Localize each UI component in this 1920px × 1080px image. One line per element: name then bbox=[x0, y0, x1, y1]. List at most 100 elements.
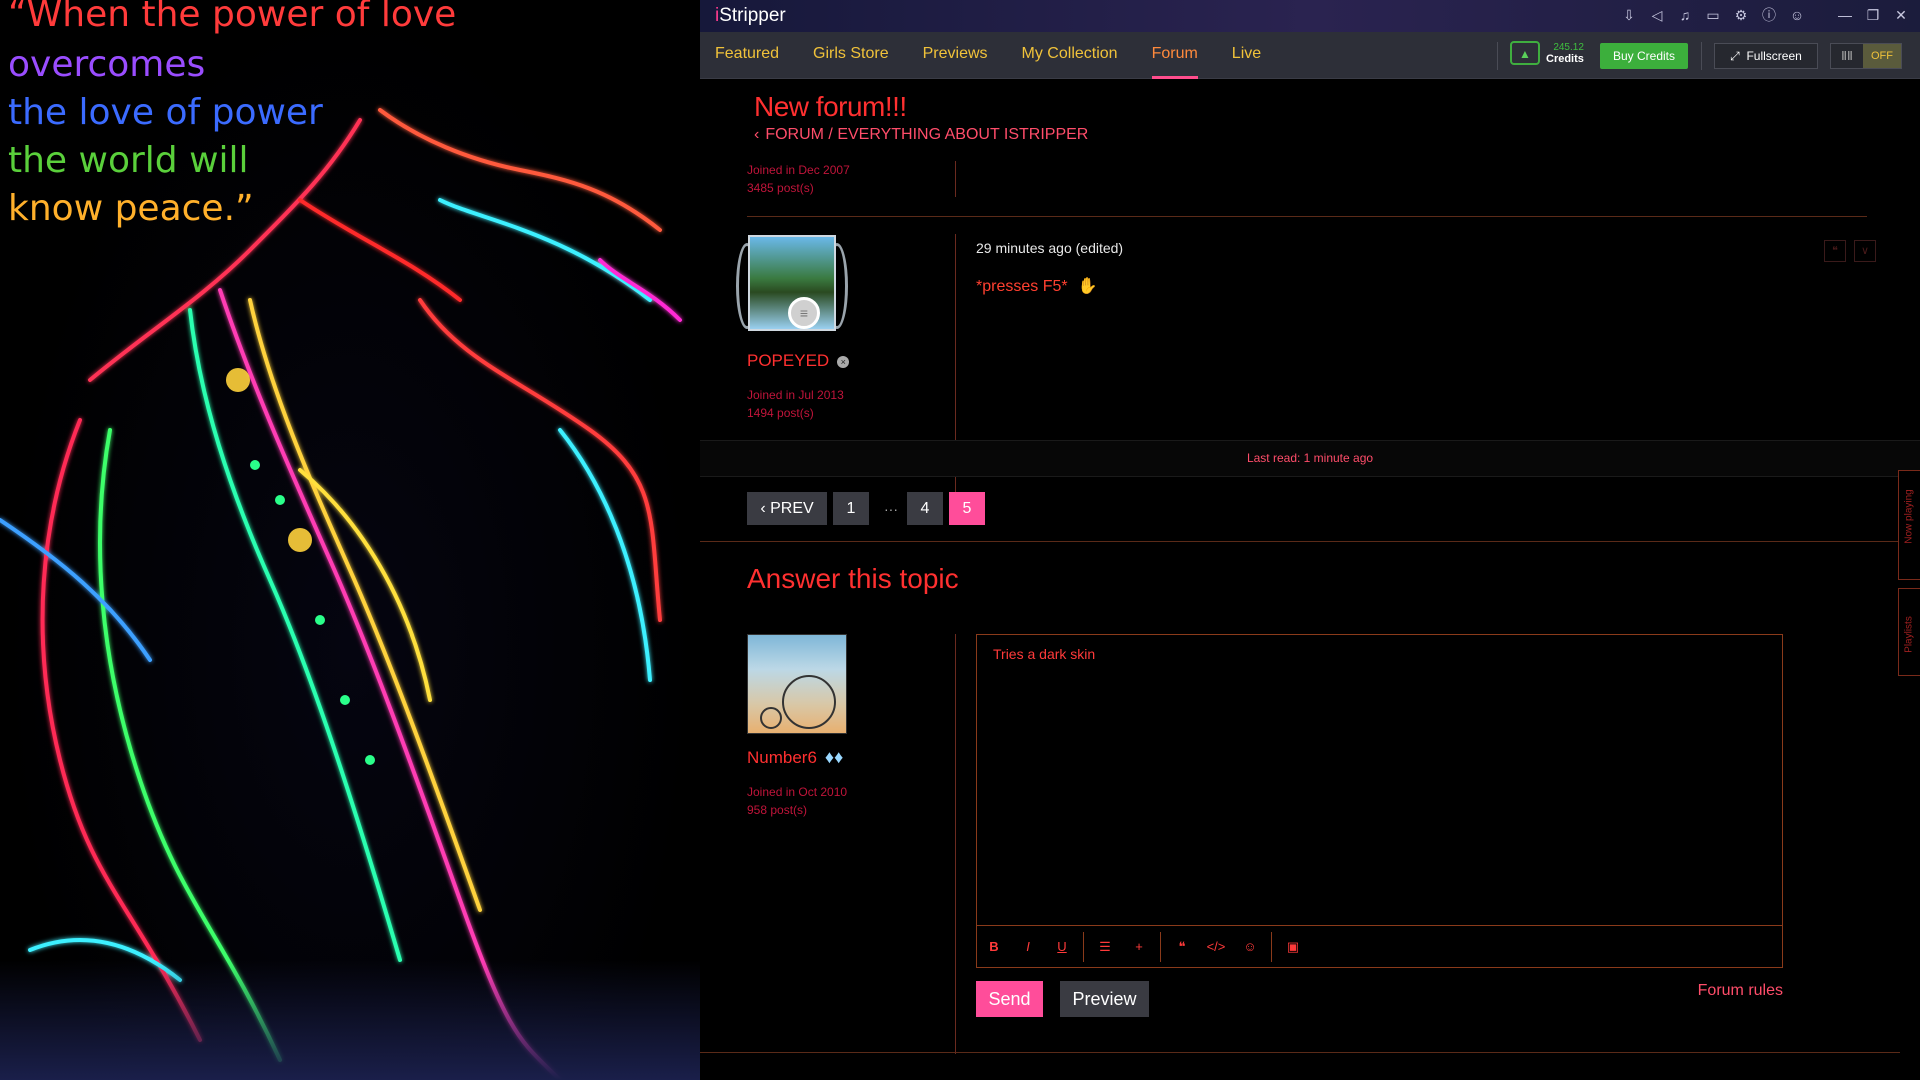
forum-content: New forum!!! ‹ FORUM / EVERYTHING ABOUT I… bbox=[700, 79, 1920, 1080]
post-body: *presses F5* ✋ bbox=[976, 276, 1098, 296]
pagination-ellipsis: ··· bbox=[884, 500, 898, 517]
quote-line-2: overcomes bbox=[8, 44, 206, 85]
italic-icon[interactable]: I bbox=[1011, 939, 1045, 954]
info-icon[interactable]: ⓘ bbox=[1760, 6, 1778, 24]
bottom-separator bbox=[700, 1052, 1900, 1053]
fullscreen-icon: ⤢ bbox=[1730, 49, 1747, 63]
my-avatar[interactable] bbox=[747, 634, 847, 734]
page-title: New forum!!! bbox=[754, 91, 907, 122]
quote-icon[interactable]: ❝ bbox=[1165, 939, 1199, 955]
minimize-icon[interactable]: — bbox=[1836, 6, 1854, 24]
nav-previews[interactable]: Previews bbox=[923, 32, 988, 78]
music-icon[interactable]: ♫ bbox=[1676, 6, 1694, 24]
credits-icon: ▲ bbox=[1510, 41, 1540, 65]
chevron-left-icon: ‹ bbox=[754, 126, 760, 143]
nav-girls-store[interactable]: Girls Store bbox=[813, 32, 889, 78]
emoji-icon[interactable]: ☺ bbox=[1233, 939, 1267, 954]
istripper-window: iStripper ⇩ ◁ ♫ ▭ ⚙ ⓘ ☺ — ❐ ✕ Featured G… bbox=[700, 0, 1920, 1080]
underline-icon[interactable]: U bbox=[1045, 939, 1079, 954]
breadcrumb[interactable]: ‹ FORUM / EVERYTHING ABOUT ISTRIPPER bbox=[754, 126, 1088, 144]
restore-icon[interactable]: ❐ bbox=[1864, 6, 1882, 24]
bars-icon: ⅡⅡ bbox=[1841, 49, 1853, 63]
now-playing-tab[interactable]: Now playing bbox=[1898, 470, 1920, 580]
prev-post-joined: Joined in Dec 2007 bbox=[747, 163, 850, 177]
credits-amount: 245.12 bbox=[1553, 41, 1584, 53]
avatar[interactable]: ≡ bbox=[736, 233, 848, 337]
nav-live[interactable]: Live bbox=[1232, 32, 1261, 78]
post-divider-line bbox=[955, 161, 956, 197]
page-button-5[interactable]: 5 bbox=[949, 492, 985, 525]
answer-heading: Answer this topic bbox=[747, 563, 959, 594]
megaphone-icon[interactable]: ◁ bbox=[1648, 6, 1666, 24]
fullscreen-button[interactable]: ⤢ Fullscreen bbox=[1714, 43, 1818, 69]
nav-forum[interactable]: Forum bbox=[1151, 32, 1199, 79]
desktop-toggle[interactable]: ⅡⅡ OFF bbox=[1830, 43, 1902, 69]
code-icon[interactable]: </> bbox=[1199, 939, 1233, 954]
breadcrumb-text: FORUM / EVERYTHING ABOUT ISTRIPPER bbox=[765, 126, 1089, 143]
chevron-down-icon[interactable]: ∨ bbox=[1854, 240, 1876, 262]
reply-author-joined: Joined in Oct 2010 bbox=[747, 785, 848, 799]
fullscreen-label: Fullscreen bbox=[1746, 49, 1802, 63]
pagination: ‹ PREV 1 ··· 4 5 bbox=[747, 492, 991, 525]
post-author[interactable]: POPEYED × bbox=[747, 351, 850, 371]
post-timestamp: 29 minutes ago (edited) bbox=[976, 240, 1124, 256]
wallpaper-fade bbox=[0, 960, 700, 1080]
gear-icon[interactable]: ⚙ bbox=[1732, 6, 1750, 24]
close-icon[interactable]: ✕ bbox=[1892, 6, 1910, 24]
post-separator bbox=[747, 216, 1867, 217]
plus-icon[interactable]: + bbox=[1122, 939, 1156, 954]
quote-line-5: know peace.” bbox=[8, 188, 254, 229]
reply-author-meta: Joined in Oct 2010 958 post(s) bbox=[747, 783, 847, 819]
quote-post-icon[interactable]: ❝ bbox=[1824, 240, 1846, 262]
reply-author-count: 958 post(s) bbox=[747, 803, 808, 817]
list-icon[interactable]: ☰ bbox=[1088, 939, 1122, 955]
reply-editor[interactable]: Tries a dark skin B I U ☰ + ❝ </> ☺ ▣ bbox=[976, 634, 1783, 968]
section-separator bbox=[700, 541, 1920, 542]
prev-page-button[interactable]: ‹ PREV bbox=[747, 492, 827, 525]
small-wheel-icon bbox=[760, 707, 782, 729]
send-button[interactable]: Send bbox=[976, 981, 1043, 1017]
main-nav: Featured Girls Store Previews My Collect… bbox=[700, 32, 1920, 79]
diamond-badge-icon: ♦♦ bbox=[824, 747, 844, 767]
image-icon[interactable]: ▣ bbox=[1276, 939, 1310, 955]
quote-line-3: the love of power bbox=[8, 92, 323, 133]
chat-bubble-icon: ≡ bbox=[788, 297, 820, 329]
prev-post-count: 3485 post(s) bbox=[747, 181, 814, 195]
buy-credits-button[interactable]: Buy Credits bbox=[1600, 43, 1688, 69]
title-bar[interactable]: iStripper ⇩ ◁ ♫ ▭ ⚙ ⓘ ☺ — ❐ ✕ bbox=[700, 0, 1920, 32]
playlists-tab[interactable]: Playlists bbox=[1898, 588, 1920, 676]
desktop-wallpaper: “When the power of love overcomes the lo… bbox=[0, 0, 700, 1080]
page-button-1[interactable]: 1 bbox=[833, 492, 869, 525]
reply-author[interactable]: Number6 ♦♦ bbox=[747, 747, 843, 768]
prev-page-label: PREV bbox=[770, 500, 814, 517]
post-author-meta: Joined in Jul 2013 1494 post(s) bbox=[747, 386, 844, 422]
thumbs-up-icon: ✋ bbox=[1077, 278, 1098, 295]
last-read-status: Last read: 1 minute ago bbox=[700, 440, 1920, 477]
page-button-4[interactable]: 4 bbox=[907, 492, 943, 525]
credits-display[interactable]: ▲ 245.12 Credits bbox=[1510, 41, 1584, 65]
chevron-left-icon: ‹ bbox=[760, 500, 771, 517]
reply-textarea[interactable]: Tries a dark skin bbox=[993, 646, 1095, 662]
prev-post-meta: Joined in Dec 2007 3485 post(s) bbox=[747, 161, 850, 197]
post-author-name: POPEYED bbox=[747, 351, 830, 370]
toggle-state: OFF bbox=[1863, 44, 1901, 68]
monitor-icon[interactable]: ▭ bbox=[1704, 6, 1722, 24]
post-author-joined: Joined in Jul 2013 bbox=[747, 388, 844, 402]
app-title: iStripper bbox=[715, 5, 786, 27]
forum-rules-link[interactable]: Forum rules bbox=[1698, 982, 1783, 1000]
editor-toolbar: B I U ☰ + ❝ </> ☺ ▣ bbox=[977, 925, 1782, 967]
download-icon[interactable]: ⇩ bbox=[1620, 6, 1638, 24]
reply-author-name: Number6 bbox=[747, 748, 817, 767]
credits-label: Credits bbox=[1546, 52, 1584, 65]
preview-button[interactable]: Preview bbox=[1060, 981, 1149, 1017]
bold-icon[interactable]: B bbox=[977, 939, 1011, 954]
post-body-text: *presses F5* bbox=[976, 278, 1068, 295]
status-offline-icon: × bbox=[837, 355, 850, 368]
nav-my-collection[interactable]: My Collection bbox=[1022, 32, 1118, 78]
app-title-text: Stripper bbox=[719, 5, 786, 26]
nav-featured[interactable]: Featured bbox=[715, 32, 779, 78]
post-author-count: 1494 post(s) bbox=[747, 406, 814, 420]
user-icon[interactable]: ☺ bbox=[1788, 6, 1806, 24]
quote-line-4: the world will bbox=[8, 140, 249, 181]
now-playing-label: Now playing bbox=[1903, 489, 1915, 544]
